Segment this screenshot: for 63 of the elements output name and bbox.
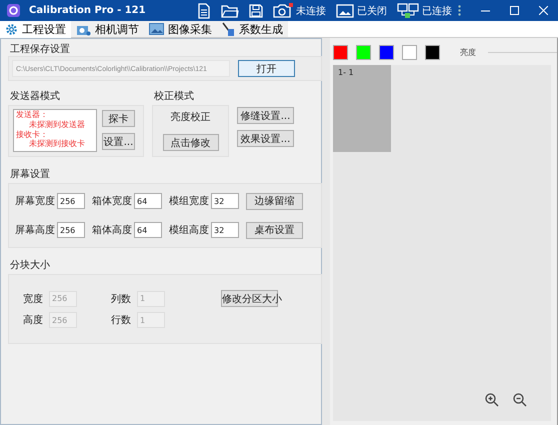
detect-button[interactable]: 探卡	[102, 110, 135, 127]
field-label: 模组宽度	[169, 194, 209, 208]
pen-icon	[222, 22, 235, 36]
field-label: 高度	[23, 314, 43, 327]
close-icon[interactable]	[539, 6, 548, 15]
tile-label: 1- 1	[338, 68, 354, 77]
status-line: 未探测到接收卡	[28, 139, 86, 150]
gear-icon	[5, 23, 18, 36]
status-label: 已关闭	[357, 4, 387, 18]
zoom-in-icon[interactable]	[485, 393, 499, 407]
save-icon[interactable]	[249, 4, 263, 18]
color-swatch[interactable]	[333, 45, 348, 60]
zoom-out-icon[interactable]	[513, 393, 527, 407]
modify-button[interactable]: 点击修改	[162, 134, 218, 151]
status-line: 发送器：	[16, 110, 49, 120]
maximize-icon[interactable]	[510, 6, 519, 15]
group-title: 分块大小	[9, 259, 51, 272]
color-swatch[interactable]	[425, 45, 440, 60]
more-icon[interactable]	[458, 5, 461, 16]
field-label: 模组高度	[169, 224, 209, 237]
seam-settings-button[interactable]: 修缝设置...	[237, 107, 294, 124]
group-title: 发送器模式	[9, 90, 61, 103]
tab[interactable]: 系数生成	[217, 21, 288, 38]
color-swatch[interactable]	[402, 45, 417, 60]
field-label: 箱体高度	[92, 224, 132, 237]
color-swatch[interactable]	[356, 45, 371, 60]
open-button[interactable]: 打开	[238, 60, 295, 77]
brightness-label: 亮度	[460, 47, 476, 58]
status-line: 未探测到发送器	[28, 120, 86, 130]
mode-label: 亮度校正	[170, 110, 210, 124]
window-title: Calibration Pro - 121	[29, 5, 146, 16]
status-label: 已连接	[422, 4, 452, 18]
wallpaper-button[interactable]: 桌布设置	[246, 222, 303, 238]
number-field[interactable]: 256	[57, 193, 85, 209]
status-label: 未连接	[296, 4, 326, 18]
field-label: 宽度	[23, 292, 43, 306]
picture-icon[interactable]	[336, 4, 354, 18]
field-label: 屏幕高度	[15, 224, 55, 237]
tab[interactable]: 相机调节	[71, 21, 144, 38]
status-line: 接收卡：	[16, 130, 49, 140]
number-field[interactable]: 32	[211, 222, 239, 238]
app-logo-icon	[6, 3, 21, 18]
group-title: 校正模式	[153, 90, 195, 103]
picture-icon	[149, 23, 164, 35]
document-icon[interactable]	[197, 2, 211, 18]
field-label: 箱体宽度	[92, 194, 132, 208]
edge-button[interactable]: 边缘留缩	[246, 192, 303, 210]
field-label: 屏幕宽度	[15, 194, 55, 208]
number-field[interactable]: 256	[57, 222, 85, 238]
field-label: 行数	[111, 314, 131, 327]
folder-icon[interactable]	[221, 4, 239, 18]
effect-settings-button[interactable]: 效果设置...	[237, 130, 294, 147]
color-swatch[interactable]	[379, 45, 394, 60]
number-field[interactable]: 64	[134, 193, 162, 209]
settings-button[interactable]: 设置...	[102, 133, 135, 150]
group-title: 工程保存设置	[9, 43, 71, 56]
number-field[interactable]: 64	[134, 222, 162, 238]
field-label: 列数	[111, 292, 131, 306]
group-title: 屏幕设置	[9, 168, 51, 181]
network-icon[interactable]	[397, 2, 419, 18]
tab[interactable]: 图像采集	[144, 21, 217, 38]
number-field[interactable]: 32	[211, 193, 239, 209]
camera-icon[interactable]	[273, 3, 293, 18]
